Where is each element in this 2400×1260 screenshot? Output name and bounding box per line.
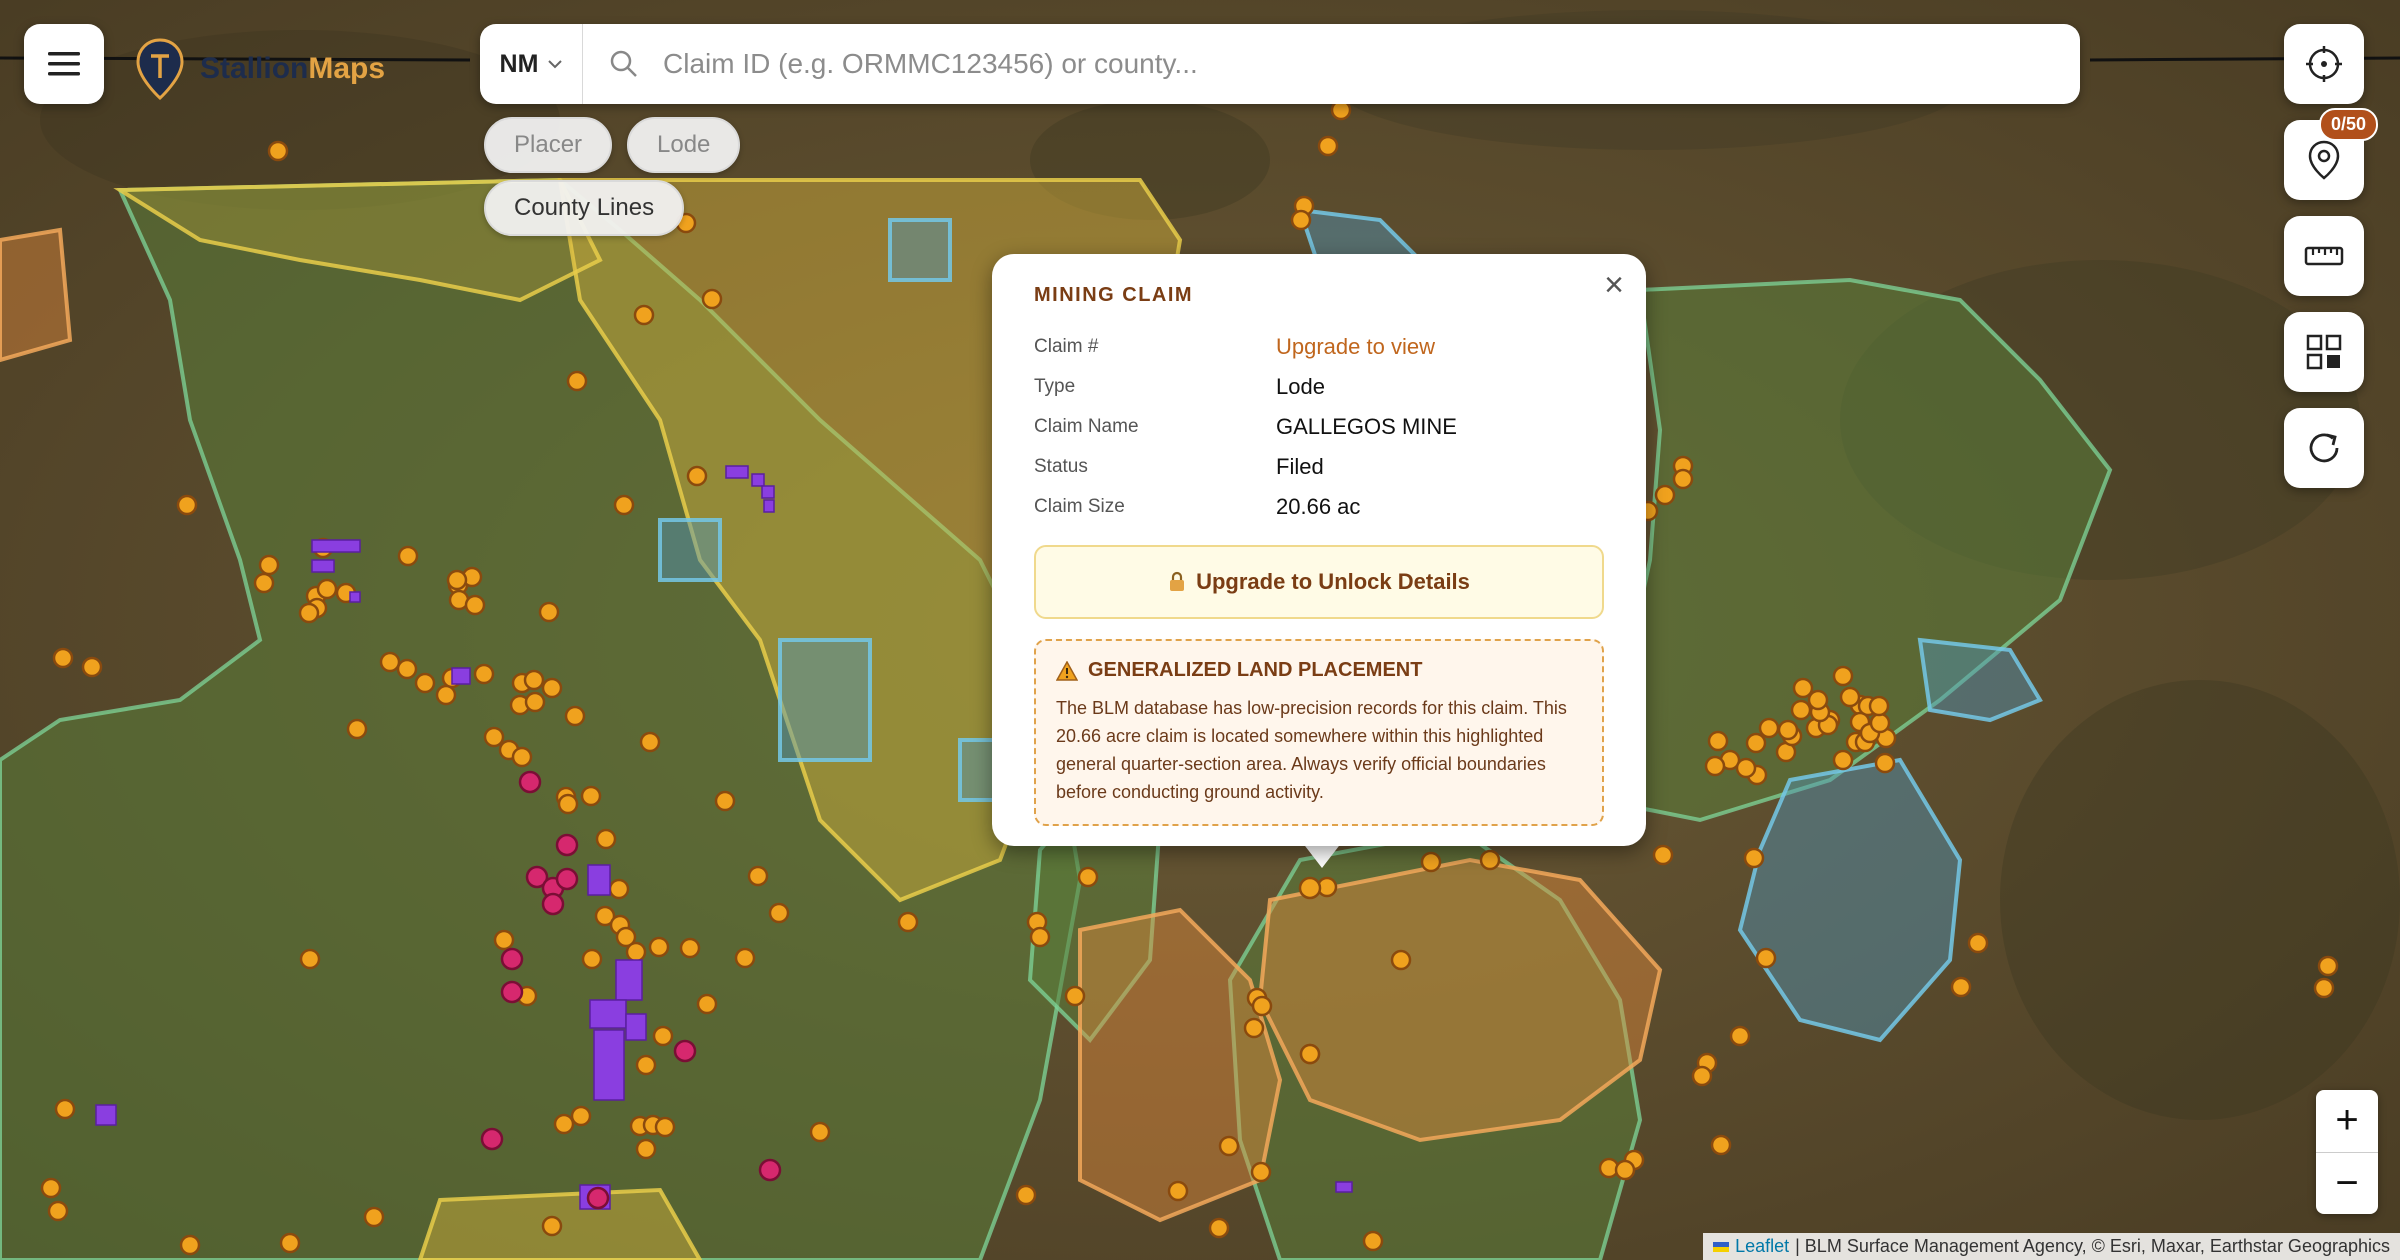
upgrade-unlock-button[interactable]: Upgrade to Unlock Details <box>1034 545 1604 619</box>
search-input[interactable] <box>661 47 2080 81</box>
attribution-text: | BLM Surface Management Agency, © Esri,… <box>1795 1236 2390 1256</box>
state-selector[interactable]: NM <box>480 24 583 104</box>
leaflet-link[interactable]: Leaflet <box>1735 1236 1789 1257</box>
warning-icon <box>1056 660 1078 681</box>
app-name: StallionMaps <box>200 52 385 86</box>
claim-size-row: Claim Size 20.66 ac <box>1034 487 1604 527</box>
crosshair-icon <box>2306 46 2342 82</box>
claim-status-row: Status Filed <box>1034 447 1604 487</box>
field-label: Type <box>1034 376 1076 397</box>
locate-button[interactable] <box>2284 24 2364 104</box>
warning-heading: GENERALIZED LAND PLACEMENT <box>1056 659 1582 682</box>
app-name-part1: Stallion <box>200 52 309 85</box>
refresh-icon <box>2309 433 2339 463</box>
menu-icon <box>48 52 80 76</box>
grid-icon <box>2306 334 2342 370</box>
state-selector-value: NM <box>499 49 539 78</box>
upgrade-unlock-label: Upgrade to Unlock Details <box>1196 569 1470 594</box>
field-value: Lode <box>1276 374 1325 399</box>
claim-number-row: Claim # Upgrade to view <box>1034 327 1604 367</box>
field-value: 20.66 ac <box>1276 494 1361 519</box>
field-label: Status <box>1034 456 1088 477</box>
ruler-icon <box>2304 246 2344 266</box>
refresh-button[interactable] <box>2284 408 2364 488</box>
flag-icon <box>1713 1241 1730 1252</box>
field-label: Claim Size <box>1034 496 1125 517</box>
filter-lode-label: Lode <box>657 131 711 158</box>
popup-title: MINING CLAIM <box>1034 284 1194 306</box>
pins-count-badge: 0/50 <box>2318 108 2378 141</box>
menu-button[interactable] <box>24 24 104 104</box>
app-logo: StallionMaps <box>134 36 385 102</box>
claim-type-row: Type Lode <box>1034 367 1604 407</box>
search-icon <box>609 49 639 79</box>
filter-placer-chip[interactable]: Placer <box>484 117 613 173</box>
claim-number-upgrade-link[interactable]: Upgrade to view <box>1276 334 1435 360</box>
pin-logo-icon <box>136 38 184 101</box>
warning-body: The BLM database has low-precision recor… <box>1056 698 1567 802</box>
app-name-part2: Maps <box>308 52 386 85</box>
popup-close-button[interactable]: × <box>1604 268 1624 302</box>
saved-pins-button[interactable]: 0/50 <box>2284 108 2378 200</box>
mining-claim-popup: × MINING CLAIM Claim # Upgrade to view T… <box>992 254 1646 846</box>
chevron-down-icon <box>548 60 563 69</box>
field-label: Claim # <box>1034 336 1099 357</box>
filter-placer-label: Placer <box>514 131 583 158</box>
lock-icon <box>1170 571 1185 591</box>
zoom-in-button[interactable]: + <box>2316 1090 2378 1153</box>
measure-button[interactable] <box>2284 216 2364 296</box>
layers-button[interactable] <box>2284 312 2364 392</box>
field-value: GALLEGOS MINE <box>1276 414 1457 439</box>
claim-name-row: Claim Name GALLEGOS MINE <box>1034 407 1604 447</box>
map-pin-icon <box>2308 140 2340 180</box>
zoom-out-button[interactable]: − <box>2316 1153 2378 1215</box>
zoom-control: + − <box>2316 1090 2378 1214</box>
generalized-placement-warning: GENERALIZED LAND PLACEMENT The BLM datab… <box>1034 639 1604 826</box>
county-lines-label: County Lines <box>514 194 655 221</box>
search-bar: NM <box>480 24 2080 104</box>
field-label: Claim Name <box>1034 416 1139 437</box>
county-lines-toggle[interactable]: County Lines <box>484 180 685 236</box>
map-attribution: Leaflet | BLM Surface Management Agency,… <box>1703 1233 2400 1260</box>
selected-claim-marker <box>1298 876 1322 900</box>
warning-title: GENERALIZED LAND PLACEMENT <box>1088 659 1423 681</box>
field-value: Filed <box>1276 454 1324 479</box>
filter-lode-chip[interactable]: Lode <box>627 117 741 173</box>
